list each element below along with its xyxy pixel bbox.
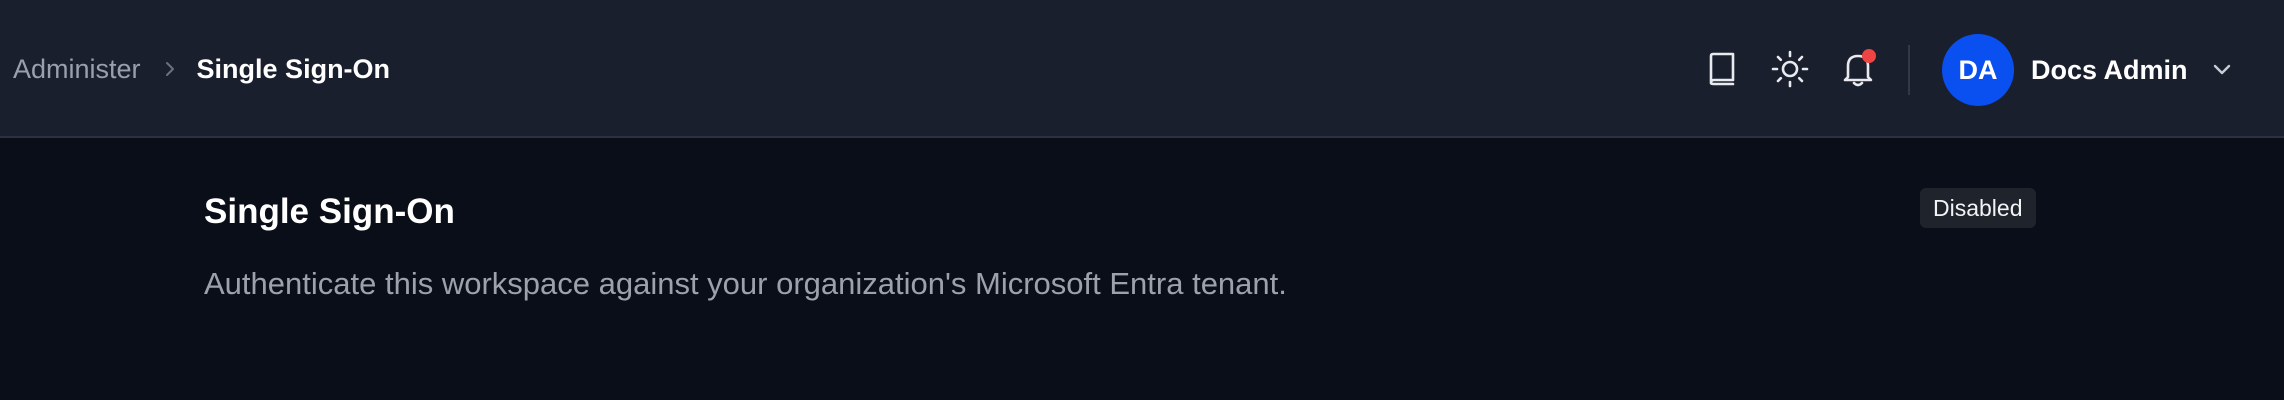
page-title: Single Sign-On — [204, 192, 455, 231]
book-icon — [1706, 52, 1738, 86]
avatar: DA — [1942, 34, 2014, 106]
status-badge: Disabled — [1920, 188, 2036, 228]
breadcrumb-parent-link[interactable]: Administer — [13, 54, 141, 85]
user-name: Docs Admin — [2031, 54, 2188, 85]
theme-toggle-button[interactable] — [1770, 49, 1810, 89]
breadcrumb-current: Single Sign-On — [196, 53, 391, 84]
top-header: Administer Single Sign-On DA Docs Admin — [0, 0, 2284, 138]
chevron-down-icon — [2212, 63, 2232, 77]
chevron-right-icon — [163, 61, 177, 77]
page-description: Authenticate this workspace against your… — [204, 266, 1287, 301]
user-menu[interactable]: DA Docs Admin — [1942, 34, 2232, 106]
breadcrumb: Administer Single Sign-On — [13, 0, 390, 138]
notifications-button[interactable] — [1838, 49, 1878, 89]
docs-button[interactable] — [1702, 49, 1742, 89]
header-divider — [1908, 45, 1910, 95]
notification-badge — [1862, 49, 1876, 63]
sun-icon — [1771, 50, 1809, 88]
